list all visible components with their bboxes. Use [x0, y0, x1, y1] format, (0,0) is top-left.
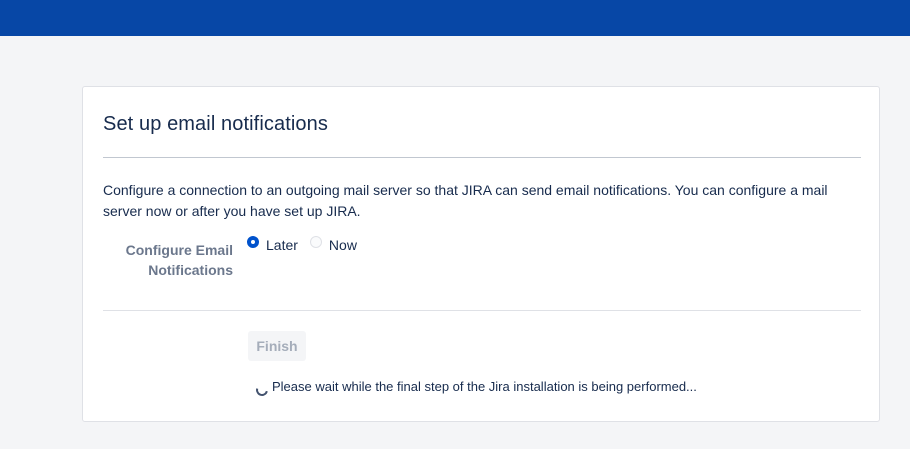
- label-line-2: Notifications: [148, 262, 233, 278]
- email-notifications-radio-group: Later Now: [247, 236, 369, 253]
- radio-label-now: Now: [328, 237, 357, 253]
- actions-divider: [103, 310, 861, 311]
- finish-button[interactable]: Finish: [248, 331, 306, 361]
- page-title: Set up email notifications: [103, 113, 328, 135]
- wait-message: Please wait while the final step of the …: [272, 379, 697, 394]
- loading-spinner-icon: [253, 381, 271, 398]
- label-line-1: Configure Email: [125, 242, 233, 258]
- title-divider: [103, 157, 861, 158]
- radio-later-selected[interactable]: [247, 236, 259, 248]
- radio-option-now[interactable]: Now: [309, 236, 357, 253]
- radio-label-later: Later: [266, 237, 298, 253]
- radio-option-later[interactable]: Later: [247, 236, 298, 253]
- description-text: Configure a connection to an outgoing ma…: [103, 182, 828, 219]
- email-notifications-label: Configure Email Notifications: [103, 240, 233, 280]
- wait-status: Please wait while the final step of the …: [253, 379, 697, 398]
- top-navigation-bar: [0, 0, 910, 36]
- setup-card: Set up email notifications Configure a c…: [82, 86, 880, 422]
- radio-now-unselected[interactable]: [309, 236, 322, 248]
